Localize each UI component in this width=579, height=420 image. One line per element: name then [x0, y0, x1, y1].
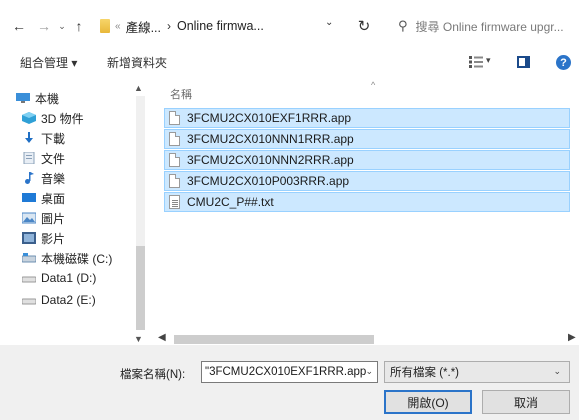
refresh-icon[interactable]: ↻ — [352, 14, 376, 38]
nav-item-pictures[interactable]: 圖片 — [22, 208, 65, 228]
filename-field[interactable]: "3FCMU2CX010EXF1RRR.app ⌄ — [201, 361, 378, 383]
recent-locations-chevron-icon[interactable]: ⌄ — [56, 16, 68, 36]
filename-dropdown-icon[interactable]: ⌄ — [365, 366, 373, 377]
desktop-icon — [22, 193, 36, 202]
nav-item-label: Data1 (D:) — [41, 271, 97, 285]
breadcrumb-item-parent[interactable]: 產線... — [126, 17, 161, 36]
drive-icon — [22, 298, 36, 305]
breadcrumb-overflow[interactable]: « — [115, 21, 121, 32]
file-row[interactable]: 3FCMU2CX010P003RRR.app — [164, 171, 570, 191]
forward-arrow-icon[interactable]: → — [36, 16, 52, 36]
nav-item-music[interactable]: 音樂 — [22, 168, 65, 188]
horizontal-scrollbar[interactable]: ◀ ▶ — [148, 332, 579, 345]
file-name: 3FCMU2CX010EXF1RRR.app — [187, 111, 352, 125]
nav-item-label: 影片 — [41, 231, 66, 246]
nav-item-label: 本機 — [35, 91, 60, 106]
column-header-name[interactable]: 名稱 — [170, 86, 192, 102]
file-icon — [169, 153, 180, 167]
address-bar[interactable]: « 產線... › Online firmwa... — [94, 11, 344, 41]
nav-item-downloads[interactable]: 下載 — [22, 128, 65, 148]
documents-icon — [23, 152, 35, 164]
file-name: 3FCMU2CX010NNN1RRR.app — [187, 132, 354, 146]
nav-item-data1-d[interactable]: Data1 (D:) — [22, 268, 96, 288]
breadcrumb-item-current[interactable]: Online firmwa... — [177, 19, 264, 33]
view-dropdown-icon[interactable]: ▾ — [486, 55, 491, 66]
horizontal-scrollbar-thumb[interactable] — [174, 335, 374, 344]
nav-scroll-up-icon[interactable]: ▲ — [134, 83, 143, 93]
view-options-icon[interactable] — [469, 56, 483, 68]
downloads-icon — [25, 132, 33, 143]
nav-scroll-down-icon[interactable]: ▼ — [134, 334, 143, 344]
nav-item-local-disk-c[interactable]: 本機磁碟 (C:) — [22, 248, 112, 268]
scroll-left-icon[interactable]: ◀ — [158, 332, 166, 343]
filename-value: "3FCMU2CX010EXF1RRR.app — [205, 366, 367, 378]
file-name: 3FCMU2CX010NNN2RRR.app — [187, 153, 354, 167]
nav-item-label: 3D 物件 — [41, 111, 84, 126]
file-icon — [169, 111, 180, 125]
folder-icon — [100, 19, 110, 33]
videos-icon — [22, 232, 36, 244]
search-placeholder: 搜尋 Online firmware upgr... — [415, 19, 564, 34]
cancel-button[interactable]: 取消 — [482, 390, 570, 414]
file-row[interactable]: 3FCMU2CX010EXF1RRR.app — [164, 108, 570, 128]
search-icon: ⚲ — [398, 18, 408, 33]
nav-item-desktop[interactable]: 桌面 — [22, 188, 65, 208]
nav-item-label: 圖片 — [41, 211, 66, 226]
nav-scrollbar[interactable] — [136, 96, 145, 330]
music-icon — [25, 172, 34, 184]
text-file-icon — [169, 195, 180, 209]
nav-item-label: 本機磁碟 (C:) — [41, 251, 113, 266]
nav-scrollbar-thumb[interactable] — [136, 246, 145, 330]
file-row[interactable]: CMU2C_P##.txt — [164, 192, 570, 212]
nav-item-videos[interactable]: 影片 — [22, 228, 65, 248]
up-arrow-icon[interactable]: ↑ — [72, 16, 86, 36]
3d-objects-icon — [22, 112, 36, 124]
drive-icon — [22, 276, 36, 283]
nav-item-label: 音樂 — [41, 171, 66, 186]
file-icon — [169, 174, 180, 188]
address-dropdown-icon[interactable]: ⌄ — [325, 17, 333, 28]
filename-label: 檔案名稱(N): — [120, 369, 186, 381]
search-input[interactable]: ⚲ 搜尋 Online firmware upgr... — [392, 11, 574, 41]
nav-item-3d-objects[interactable]: 3D 物件 — [22, 108, 84, 128]
file-list: ^ 名稱 3FCMU2CX010EXF1RRR.app 3FCMU2CX010N… — [148, 80, 579, 342]
sort-ascending-icon: ^ — [371, 80, 376, 90]
pictures-icon — [22, 212, 36, 224]
address-row: ← → ⌄ ↑ « 產線... › Online firmwa... ⌄ ↻ ⚲… — [0, 0, 579, 54]
nav-item-label: 下載 — [41, 131, 66, 146]
command-toolbar: 組合管理 ▾ 新增資料夾 ▾ ? — [0, 54, 579, 74]
file-row[interactable]: 3FCMU2CX010NNN2RRR.app — [164, 150, 570, 170]
nav-item-label: 桌面 — [41, 191, 66, 206]
dialog-footer: 檔案名稱(N): "3FCMU2CX010EXF1RRR.app ⌄ 所有檔案 … — [0, 345, 579, 420]
filetype-dropdown-icon[interactable]: ⌄ — [553, 366, 561, 377]
nav-item-data2-e[interactable]: Data2 (E:) — [22, 290, 96, 310]
organize-button[interactable]: 組合管理 ▾ — [20, 54, 77, 71]
preview-pane-icon[interactable] — [517, 56, 530, 68]
nav-item-label: 文件 — [41, 151, 66, 166]
filetype-select[interactable]: 所有檔案 (*.*) ⌄ — [384, 361, 570, 383]
local-disk-icon — [22, 253, 36, 263]
breadcrumb-separator[interactable]: › — [167, 19, 171, 33]
scroll-right-icon[interactable]: ▶ — [568, 332, 576, 343]
nav-item-documents[interactable]: 文件 — [22, 148, 65, 168]
open-button[interactable]: 開啟(O) — [384, 390, 472, 414]
file-name: 3FCMU2CX010P003RRR.app — [187, 174, 350, 188]
nav-item-this-pc[interactable]: 本機 — [16, 88, 59, 108]
file-row[interactable]: 3FCMU2CX010NNN1RRR.app — [164, 129, 570, 149]
filetype-value: 所有檔案 (*.*) — [390, 367, 459, 379]
new-folder-button[interactable]: 新增資料夾 — [107, 54, 167, 71]
file-name: CMU2C_P##.txt — [187, 195, 274, 209]
back-arrow-icon[interactable]: ← — [10, 16, 28, 36]
help-icon[interactable]: ? — [556, 55, 571, 70]
computer-icon — [16, 93, 30, 103]
file-icon — [169, 132, 180, 146]
nav-item-label: Data2 (E:) — [41, 293, 96, 307]
